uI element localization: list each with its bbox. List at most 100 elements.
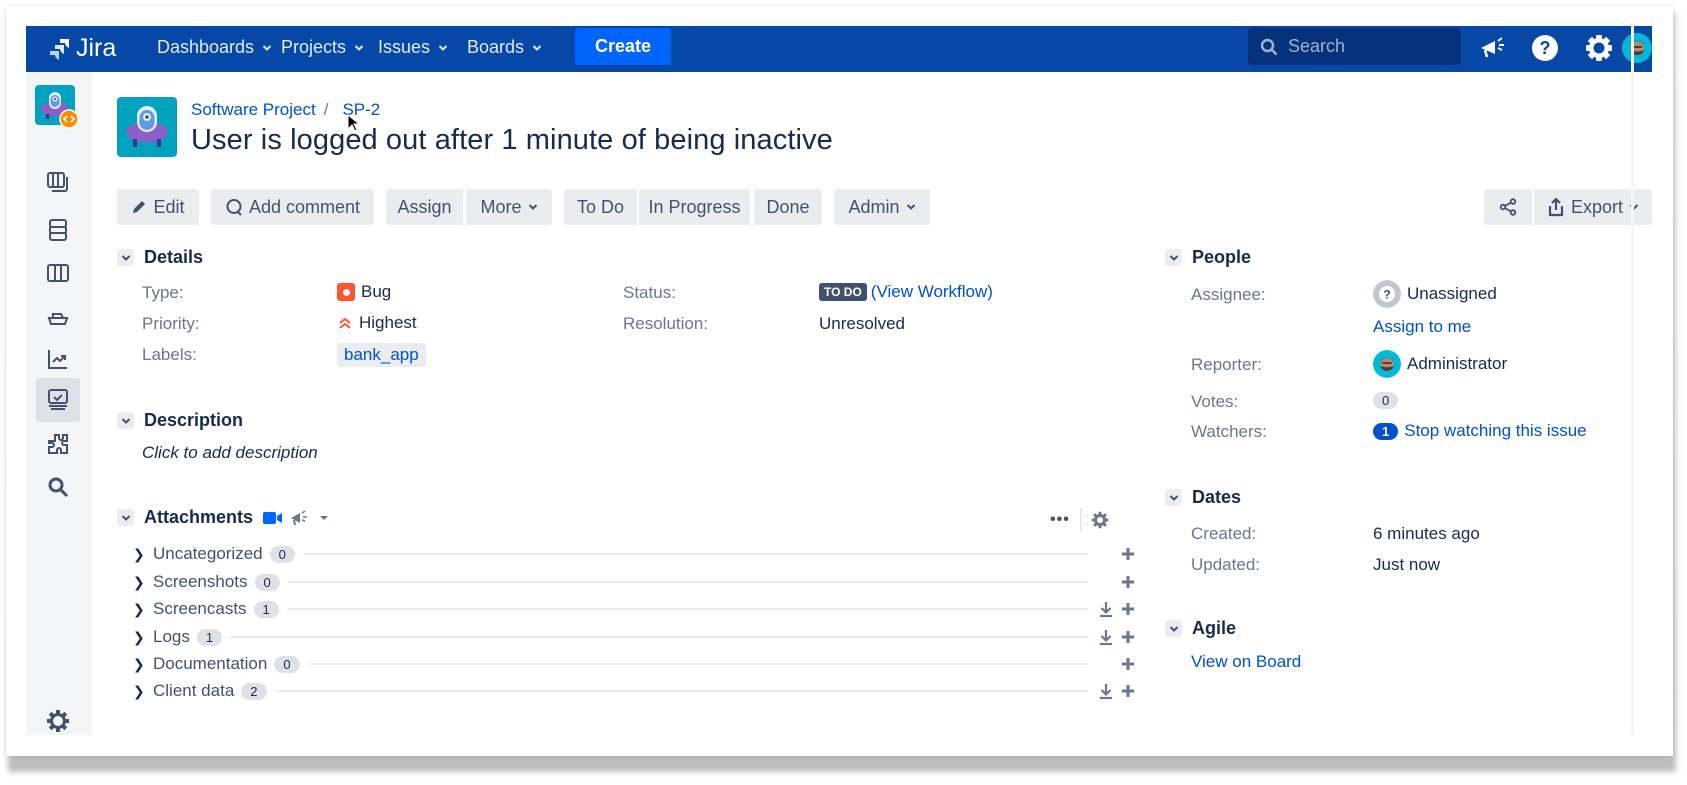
view-on-board-link[interactable]: View on Board — [1191, 652, 1301, 672]
backlog-icon[interactable] — [36, 162, 80, 202]
chevron-right-icon[interactable]: ❯ — [133, 656, 145, 673]
caret-down-icon[interactable] — [319, 513, 329, 523]
video-camera-icon[interactable] — [263, 511, 283, 525]
row-divider — [286, 608, 1088, 610]
add-attachment-plus-icon[interactable] — [1120, 683, 1136, 699]
share-button[interactable] — [1484, 189, 1532, 225]
collapse-toggle-icon[interactable] — [1165, 489, 1182, 506]
agile-section-header[interactable]: Agile — [1165, 618, 1236, 639]
board-icon[interactable] — [36, 253, 80, 293]
more-dropdown[interactable]: More — [466, 189, 552, 225]
jira-logo[interactable]: Jira — [46, 34, 116, 63]
votes-count[interactable]: 0 — [1373, 392, 1399, 409]
project-sidebar — [26, 72, 92, 735]
details-section-header[interactable]: Details — [117, 247, 203, 268]
attachments-section-header[interactable]: Attachments — [117, 507, 329, 528]
assign-to-me-link[interactable]: Assign to me — [1373, 317, 1471, 337]
notifications-megaphone-icon[interactable] — [1477, 33, 1507, 63]
collapse-toggle-icon[interactable] — [117, 412, 134, 429]
stop-watching-link[interactable]: Stop watching this issue — [1404, 421, 1586, 441]
add-attachment-plus-icon[interactable] — [1120, 546, 1136, 562]
chevron-down-icon — [532, 44, 542, 51]
attachment-category-name: Uncategorized — [153, 544, 263, 563]
search-icon[interactable] — [36, 467, 80, 507]
votes-label: Votes: — [1191, 392, 1239, 411]
help-icon[interactable]: ? — [1530, 33, 1560, 63]
more-options-icon[interactable]: ••• — [1050, 511, 1070, 529]
transition-to-do-button[interactable]: To Do — [564, 189, 637, 225]
collapse-toggle-icon[interactable] — [117, 249, 134, 266]
add-ons-icon[interactable] — [36, 424, 80, 464]
create-button[interactable]: Create — [575, 28, 671, 65]
settings-gear-icon[interactable] — [1584, 33, 1614, 63]
add-attachment-plus-icon[interactable] — [1120, 629, 1136, 645]
nav-boards-label: Boards — [467, 37, 525, 57]
description-section-header[interactable]: Description — [117, 410, 243, 431]
attachment-category-row[interactable]: ❯ Logs 1 — [133, 625, 1136, 649]
collapse-toggle-icon[interactable] — [1165, 620, 1182, 637]
releases-icon[interactable] — [36, 296, 80, 336]
chevron-right-icon[interactable]: ❯ — [133, 629, 145, 646]
nav-boards[interactable]: Boards — [467, 37, 542, 58]
view-workflow-link[interactable]: (View Workflow) — [871, 282, 993, 302]
status-value: TO DO (View Workflow) — [819, 282, 993, 302]
search-box[interactable] — [1248, 28, 1461, 65]
download-icon[interactable] — [1098, 600, 1114, 618]
download-icon[interactable] — [1098, 628, 1114, 646]
watchers-count[interactable]: 1 — [1373, 422, 1399, 440]
row-divider — [287, 581, 1088, 583]
chevron-right-icon[interactable]: ❯ — [133, 683, 145, 700]
project-avatar[interactable] — [35, 85, 79, 129]
attachment-category-row[interactable]: ❯ Screenshots 0 — [133, 570, 1136, 594]
add-comment-button[interactable]: Add comment — [211, 189, 374, 225]
attachments-actions: ••• — [1050, 509, 1109, 531]
transition-in-progress-button[interactable]: In Progress — [639, 189, 750, 225]
export-dropdown[interactable]: Export — [1534, 189, 1652, 225]
edit-button[interactable]: Edit — [117, 189, 199, 225]
issues-view-icon[interactable] — [36, 378, 80, 422]
dates-section-header[interactable]: Dates — [1165, 487, 1241, 508]
scrollbar-track[interactable] — [1631, 26, 1634, 735]
attachment-category-row[interactable]: ❯ Documentation 0 — [133, 652, 1136, 676]
attachment-category-row[interactable]: ❯ Screencasts 1 — [133, 597, 1136, 621]
export-label: Export — [1570, 196, 1624, 217]
add-attachment-plus-icon[interactable] — [1120, 574, 1136, 590]
chevron-right-icon[interactable]: ❯ — [133, 574, 145, 591]
attachment-category-row[interactable]: ❯ Client data 2 — [133, 679, 1136, 703]
download-icon[interactable] — [1098, 682, 1114, 700]
watchers-label: Watchers: — [1191, 422, 1267, 441]
megaphone-icon[interactable] — [289, 509, 309, 527]
description-placeholder[interactable]: Click to add description — [142, 443, 318, 463]
search-input[interactable] — [1288, 36, 1448, 57]
priority-value: Highest — [337, 313, 417, 333]
issues-icon[interactable] — [36, 210, 80, 250]
nav-dashboards[interactable]: Dashboards — [157, 37, 272, 58]
collapse-toggle-icon[interactable] — [117, 509, 134, 526]
chevron-down-icon — [528, 204, 537, 210]
assign-button[interactable]: Assign — [386, 189, 463, 225]
people-section-header[interactable]: People — [1165, 247, 1251, 268]
user-avatar[interactable] — [1621, 32, 1652, 64]
svg-text:?: ? — [1383, 288, 1390, 302]
resolution-label: Resolution: — [623, 314, 709, 333]
breadcrumb-project-link[interactable]: Software Project — [191, 100, 316, 120]
label-chip-bank-app[interactable]: bank_app — [337, 343, 426, 367]
attachment-count-badge: 0 — [269, 545, 295, 563]
reporter-name[interactable]: Administrator — [1407, 354, 1507, 374]
chevron-right-icon[interactable]: ❯ — [133, 546, 145, 563]
issue-title[interactable]: User is logged out after 1 minute of bei… — [191, 124, 833, 157]
attachment-settings-gear-icon[interactable] — [1091, 511, 1109, 529]
nav-issues[interactable]: Issues — [378, 37, 448, 58]
updated-value: Just now — [1373, 555, 1441, 574]
admin-dropdown[interactable]: Admin — [834, 189, 930, 225]
collapse-toggle-icon[interactable] — [1165, 249, 1182, 266]
nav-projects[interactable]: Projects — [281, 37, 364, 58]
chevron-right-icon[interactable]: ❯ — [133, 601, 145, 618]
reports-icon[interactable] — [36, 339, 80, 379]
add-attachment-plus-icon[interactable] — [1120, 601, 1136, 617]
row-divider — [274, 690, 1088, 692]
add-attachment-plus-icon[interactable] — [1120, 656, 1136, 672]
attachment-category-row[interactable]: ❯ Uncategorized 0 — [133, 542, 1136, 566]
settings-icon[interactable] — [36, 701, 80, 735]
transition-done-button[interactable]: Done — [754, 189, 822, 225]
